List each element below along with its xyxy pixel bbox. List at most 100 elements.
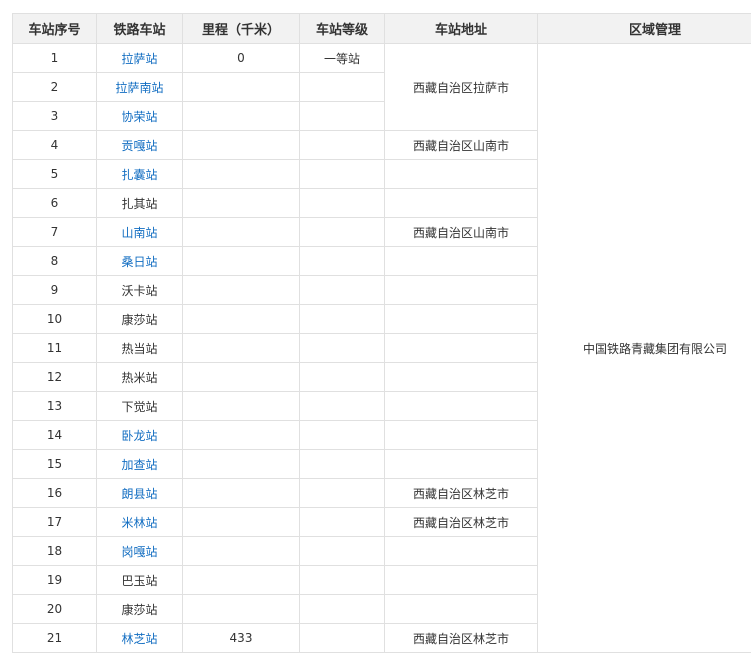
station-grade-cell [300,624,385,653]
station-number-cell: 6 [13,189,97,218]
station-grade-cell [300,537,385,566]
station-number-cell: 3 [13,102,97,131]
mileage-cell [183,450,300,479]
station-link[interactable]: 朗县站 [121,487,157,501]
station-name-text: 康莎站 [121,313,157,327]
header-mileage: 里程（千米） [183,14,300,44]
station-address-cell [385,595,538,624]
station-grade-cell [300,131,385,160]
station-link[interactable]: 卧龙站 [121,429,157,443]
station-link[interactable]: 贡嘎站 [121,139,157,153]
station-link[interactable]: 山南站 [121,226,157,240]
station-address-cell: 西藏自治区山南市 [385,131,538,160]
station-link[interactable]: 桑日站 [121,255,157,269]
station-grade-cell [300,276,385,305]
station-number-cell: 1 [13,44,97,73]
station-link[interactable]: 米林站 [121,516,157,530]
station-grade-cell [300,595,385,624]
table-header: 车站序号 铁路车站 里程（千米） 车站等级 车站地址 区域管理 [13,14,751,44]
mileage-cell [183,160,300,189]
station-name-text: 下觉站 [121,400,157,414]
header-row: 车站序号 铁路车站 里程（千米） 车站等级 车站地址 区域管理 [13,14,751,44]
station-number-cell: 19 [13,566,97,595]
station-name-cell: 朗县站 [97,479,183,508]
station-address-cell: 西藏自治区林芝市 [385,479,538,508]
mileage-cell: 433 [183,624,300,653]
station-grade-cell [300,160,385,189]
station-number-cell: 13 [13,392,97,421]
station-address-cell [385,392,538,421]
mileage-cell [183,131,300,160]
station-address-cell [385,334,538,363]
station-name-text: 巴玉站 [121,574,157,588]
header-region-management: 区域管理 [538,14,751,44]
station-grade-cell [300,392,385,421]
station-name-cell: 热米站 [97,363,183,392]
mileage-cell [183,73,300,102]
station-name-cell: 贡嘎站 [97,131,183,160]
station-name-cell: 拉萨南站 [97,73,183,102]
station-link[interactable]: 协荣站 [121,110,157,124]
station-grade-cell [300,479,385,508]
station-name-cell: 下觉站 [97,392,183,421]
station-number-cell: 8 [13,247,97,276]
mileage-cell [183,421,300,450]
table-row: 1拉萨站0一等站西藏自治区拉萨市中国铁路青藏集团有限公司 [13,44,751,73]
table-body: 1拉萨站0一等站西藏自治区拉萨市中国铁路青藏集团有限公司2拉萨南站3协荣站4贡嘎… [13,44,751,653]
station-link[interactable]: 岗嘎站 [121,545,157,559]
station-grade-cell: 一等站 [300,44,385,73]
station-address-cell [385,421,538,450]
station-name-cell: 林芝站 [97,624,183,653]
station-address-cell [385,363,538,392]
header-station-grade: 车站等级 [300,14,385,44]
station-number-cell: 16 [13,479,97,508]
mileage-cell: 0 [183,44,300,73]
station-name-cell: 康莎站 [97,305,183,334]
station-grade-cell [300,218,385,247]
station-link[interactable]: 林芝站 [121,632,157,646]
station-number-cell: 18 [13,537,97,566]
station-name-cell: 加查站 [97,450,183,479]
station-name-cell: 岗嘎站 [97,537,183,566]
station-address-cell: 西藏自治区林芝市 [385,508,538,537]
station-grade-cell [300,508,385,537]
station-name-cell: 扎囊站 [97,160,183,189]
station-number-cell: 2 [13,73,97,102]
station-name-text: 热米站 [121,371,157,385]
station-name-cell: 协荣站 [97,102,183,131]
mileage-cell [183,392,300,421]
station-grade-cell [300,247,385,276]
header-station-address: 车站地址 [385,14,538,44]
station-number-cell: 20 [13,595,97,624]
station-grade-cell [300,566,385,595]
station-name-text: 扎其站 [121,197,157,211]
header-railway-station: 铁路车站 [97,14,183,44]
station-grade-cell [300,421,385,450]
station-number-cell: 9 [13,276,97,305]
mileage-cell [183,595,300,624]
station-link[interactable]: 拉萨站 [121,52,157,66]
station-grade-cell [300,450,385,479]
station-name-cell: 桑日站 [97,247,183,276]
station-link[interactable]: 扎囊站 [121,168,157,182]
station-number-cell: 5 [13,160,97,189]
station-address-cell [385,276,538,305]
station-link[interactable]: 加查站 [121,458,157,472]
station-name-text: 热当站 [121,342,157,356]
station-grade-cell [300,102,385,131]
station-grade-cell [300,73,385,102]
mileage-cell [183,334,300,363]
station-name-text: 沃卡站 [121,284,157,298]
station-name-text: 康莎站 [121,603,157,617]
header-station-number: 车站序号 [13,14,97,44]
station-address-cell [385,566,538,595]
mileage-cell [183,363,300,392]
mileage-cell [183,537,300,566]
station-grade-cell [300,334,385,363]
station-link[interactable]: 拉萨南站 [115,81,163,95]
station-number-cell: 11 [13,334,97,363]
station-number-cell: 14 [13,421,97,450]
station-number-cell: 10 [13,305,97,334]
station-number-cell: 12 [13,363,97,392]
mileage-cell [183,566,300,595]
